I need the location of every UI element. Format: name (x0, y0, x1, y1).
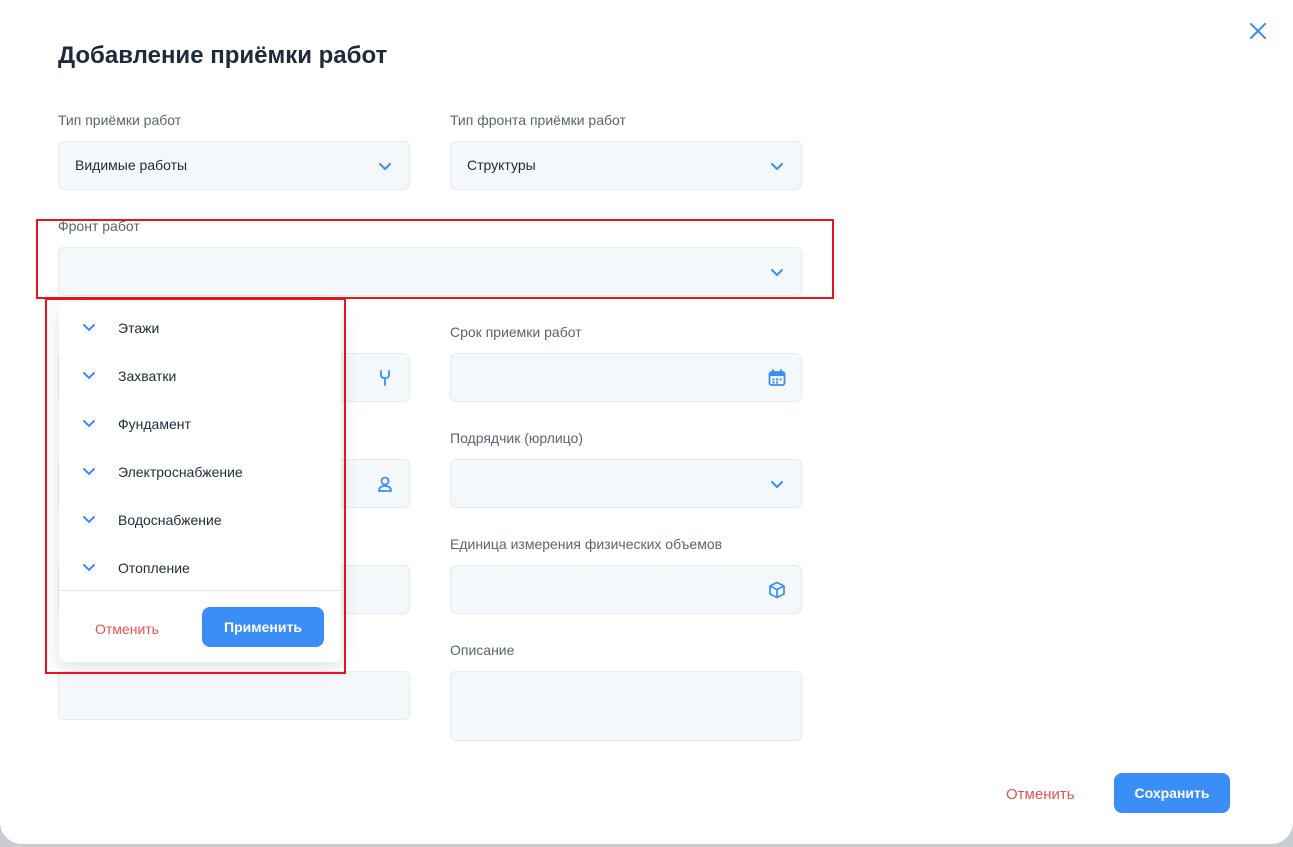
add-work-acceptance-modal: Добавление приёмки работ Тип приёмки раб… (0, 0, 1293, 844)
dropdown-item-heating[interactable]: Отопление (59, 543, 341, 591)
work-front-label: Фронт работ (58, 218, 140, 234)
dropdown-item-label: Этажи (118, 320, 160, 336)
calendar-icon (768, 369, 786, 386)
dropdown-item-label: Электроснабжение (118, 464, 243, 480)
cancel-button[interactable]: Отменить (1006, 786, 1075, 803)
chevron-down-icon[interactable] (81, 367, 97, 383)
work-front-dropdown: Этажи Захватки Фундамент Электроснабжени… (59, 303, 341, 662)
chevron-down-icon[interactable] (81, 319, 97, 335)
dropdown-item-sections[interactable]: Захватки (59, 351, 341, 399)
front-type-label: Тип фронта приёмки работ (450, 112, 626, 128)
chevron-down-icon[interactable] (81, 463, 97, 479)
save-button[interactable]: Сохранить (1114, 773, 1230, 813)
unit-input[interactable] (450, 565, 802, 614)
chevron-down-icon (771, 481, 783, 488)
dropdown-item-label: Отопление (118, 560, 190, 576)
chevron-down-icon[interactable] (81, 511, 97, 527)
deadline-label: Срок приемки работ (450, 324, 582, 340)
close-button[interactable] (1246, 19, 1270, 43)
work-front-select[interactable] (58, 247, 802, 296)
deadline-input[interactable] (450, 353, 802, 402)
dropdown-item-label: Фундамент (118, 416, 191, 432)
dropdown-apply-button[interactable]: Применить (202, 607, 324, 647)
chevron-down-icon[interactable] (81, 415, 97, 431)
description-label: Описание (450, 642, 515, 658)
close-icon (1250, 23, 1266, 39)
work-type-value: Видимые работы (75, 157, 188, 173)
chevron-down-icon (771, 163, 783, 170)
dropdown-item-floors[interactable]: Этажи (59, 303, 341, 351)
dropdown-item-power-supply[interactable]: Электроснабжение (59, 447, 341, 495)
front-type-value: Структуры (467, 157, 536, 173)
work-type-select[interactable]: Видимые работы (58, 141, 410, 190)
dropdown-item-foundation[interactable]: Фундамент (59, 399, 341, 447)
left-field-4[interactable] (58, 671, 410, 720)
cube-icon (769, 581, 785, 599)
chevron-down-icon (771, 269, 783, 276)
dropdown-cancel-button[interactable]: Отменить (95, 621, 159, 637)
dropdown-item-water-supply[interactable]: Водоснабжение (59, 495, 341, 543)
modal-title: Добавление приёмки работ (58, 42, 388, 69)
dropdown-divider (59, 590, 341, 591)
front-type-select[interactable]: Структуры (450, 141, 802, 190)
dropdown-item-label: Захватки (118, 368, 177, 384)
contractor-label: Подрядчик (юрлицо) (450, 430, 583, 446)
chevron-down-icon[interactable] (81, 559, 97, 575)
user-icon (378, 476, 392, 492)
work-type-label: Тип приёмки работ (58, 112, 182, 128)
contractor-select[interactable] (450, 459, 802, 508)
unit-label: Единица измерения физических объемов (450, 536, 723, 552)
chevron-down-icon (379, 163, 391, 170)
wrench-icon (380, 370, 390, 386)
dropdown-item-label: Водоснабжение (118, 512, 222, 528)
description-textarea[interactable] (450, 671, 802, 741)
